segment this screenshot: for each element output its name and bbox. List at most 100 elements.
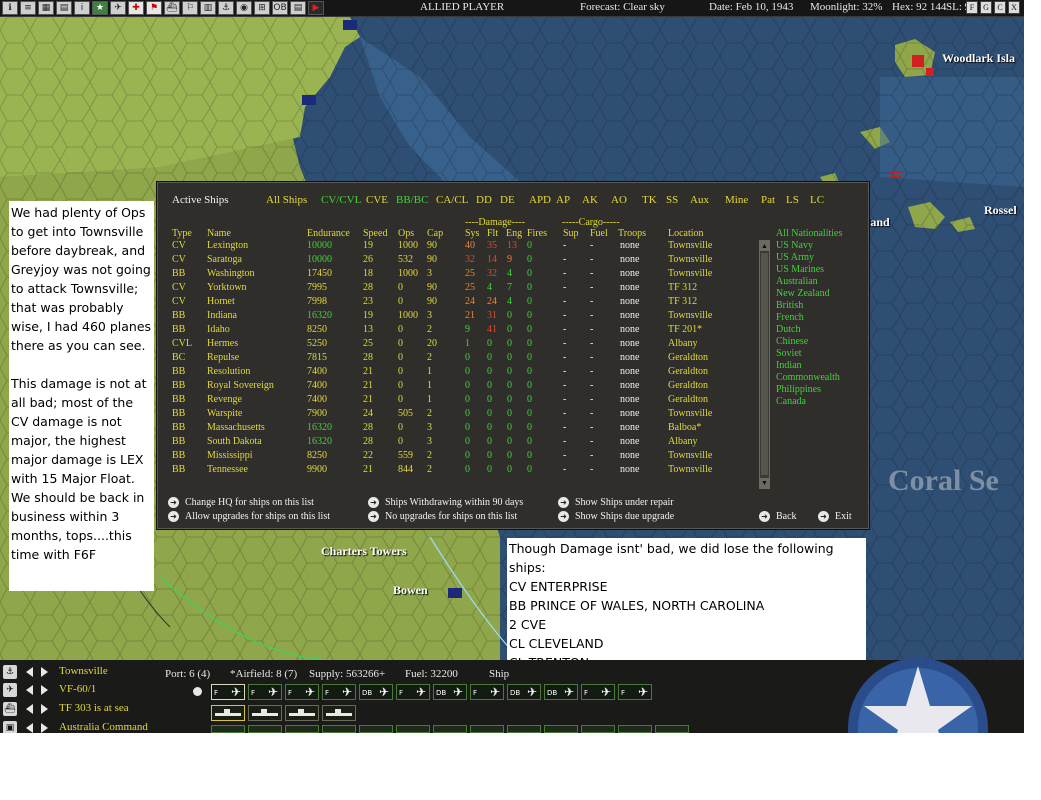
filter-tab[interactable]: LC xyxy=(810,194,824,206)
filter-tab[interactable]: Mine xyxy=(725,194,748,206)
toolbar-button-icon[interactable]: ≡ xyxy=(20,1,36,15)
toolbar-button-icon[interactable]: ℹ xyxy=(2,1,18,15)
nationality-filter[interactable]: Soviet xyxy=(776,348,802,359)
filter-tab[interactable]: Aux xyxy=(690,194,709,206)
base-name[interactable]: Townsville xyxy=(59,665,108,677)
command-slot[interactable] xyxy=(581,725,615,733)
filter-tab[interactable]: LS xyxy=(786,194,799,206)
nationality-filter[interactable]: Canada xyxy=(776,396,806,407)
toolbar-button-icon[interactable]: ✈ xyxy=(110,1,126,15)
nationality-filter[interactable]: Dutch xyxy=(776,324,800,335)
table-row[interactable]: CV Saratoga 10000 26 532 90 32 14 9 0- - none Townsv… xyxy=(158,254,758,268)
window-button[interactable]: X xyxy=(1008,1,1020,14)
table-row[interactable]: CV Yorktown 7995 28 0 90 25 4 7 0 - - none TF 312 xyxy=(158,282,758,296)
scroll-thumb[interactable] xyxy=(761,253,768,475)
change-hq-option[interactable]: ➜ Change HQ for ships on this list xyxy=(168,497,314,508)
toolbar-button-icon[interactable]: ★ xyxy=(92,1,108,15)
nationality-filter[interactable]: Commonwealth xyxy=(776,372,840,383)
table-row[interactable]: BB Revenge 7400 21 0 1 0 0 0 0 - - none Geraldton xyxy=(158,394,758,408)
air-group-slot[interactable]: DB ✈ xyxy=(507,684,541,700)
table-row[interactable]: CV Hornet 7998 23 0 90 24 24 4 0 - - none TF 312 xyxy=(158,296,758,310)
air-group-slot[interactable]: F ✈ xyxy=(581,684,615,700)
tf-ship-slot[interactable] xyxy=(322,705,356,721)
filter-tab[interactable]: AO xyxy=(611,194,627,206)
filter-tab[interactable]: AP xyxy=(556,194,570,206)
nationality-filter[interactable]: Australian xyxy=(776,276,818,287)
nationality-filter[interactable]: US Army xyxy=(776,252,814,263)
air-group-slot[interactable]: F ✈ xyxy=(322,684,356,700)
air-group-slot[interactable]: DB ✈ xyxy=(544,684,578,700)
nationality-filter[interactable]: Indian xyxy=(776,360,802,371)
table-row[interactable]: BB Massachusetts 16320 28 0 3 0 0 0 0 - - none Balboa… xyxy=(158,422,758,436)
exit-button[interactable]: ➜ Exit xyxy=(818,511,852,522)
command-slot[interactable] xyxy=(211,725,245,733)
toolbar-button-icon[interactable]: ◉ xyxy=(236,1,252,15)
next-arrow-icon[interactable] xyxy=(41,667,48,677)
filter-tab[interactable]: CA/CL xyxy=(436,194,468,206)
window-button[interactable]: F xyxy=(966,1,978,14)
next-arrow-icon[interactable] xyxy=(41,704,48,714)
air-group-slot[interactable]: DB ✈ xyxy=(433,684,467,700)
col-endurance[interactable]: Endurance xyxy=(307,228,350,239)
filter-tab[interactable]: TK xyxy=(642,194,657,206)
command-slot[interactable] xyxy=(322,725,356,733)
prev-arrow-icon[interactable] xyxy=(26,723,33,733)
anchor-icon[interactable]: ⚓ xyxy=(3,665,17,679)
under-repair-option[interactable]: ➜ Show Ships under repair xyxy=(558,497,674,508)
air-unit-name[interactable]: VF-60/1 xyxy=(59,683,96,695)
air-group-slot[interactable]: DB ✈ xyxy=(359,684,393,700)
withdrawing-option[interactable]: ➜ Ships Withdrawing within 90 days xyxy=(368,497,523,508)
col-cap[interactable]: Cap xyxy=(427,228,443,239)
toolbar-button-icon[interactable]: OB xyxy=(272,1,288,15)
air-group-slot[interactable]: F ✈ xyxy=(285,684,319,700)
filter-tab[interactable]: Pat xyxy=(761,194,775,206)
col-flt[interactable]: Flt xyxy=(487,228,498,239)
nationality-filter[interactable]: New Zealand xyxy=(776,288,830,299)
toolbar-button-icon[interactable]: ✚ xyxy=(128,1,144,15)
air-group-slot[interactable]: F ✈ xyxy=(396,684,430,700)
command-slot[interactable] xyxy=(359,725,393,733)
toolbar-button-icon[interactable]: ⚐ xyxy=(182,1,198,15)
tf-ship-slot[interactable] xyxy=(248,705,282,721)
col-fuel[interactable]: Fuel xyxy=(590,228,608,239)
col-ops[interactable]: Ops xyxy=(398,228,414,239)
filter-tab[interactable]: CVE xyxy=(366,194,388,206)
scroll-up-icon[interactable]: ▲ xyxy=(760,241,769,251)
table-row[interactable]: BB Warspite 7900 24 505 2 0 0 0 0 - - none Townsville xyxy=(158,408,758,422)
filter-tab[interactable]: APD xyxy=(529,194,551,206)
tf-ship-slot[interactable] xyxy=(211,705,245,721)
nationality-filter[interactable]: Philippines xyxy=(776,384,821,395)
no-upgrades-option[interactable]: ➜ No upgrades for ships on this list xyxy=(368,511,517,522)
table-row[interactable]: BB Tennessee 9900 21 844 2 0 0 0 0 - - none Townsvill… xyxy=(158,464,758,478)
col-fires[interactable]: Fires xyxy=(527,228,547,239)
air-group-slot[interactable]: F ✈ xyxy=(470,684,504,700)
hq-icon[interactable]: ▣ xyxy=(3,721,17,733)
ship-icon[interactable]: ⛴ xyxy=(3,702,17,716)
nationality-filter[interactable]: US Navy xyxy=(776,240,813,251)
nationality-filter[interactable]: French xyxy=(776,312,804,323)
task-force-name[interactable]: TF 303 is at sea xyxy=(59,702,129,714)
scroll-down-icon[interactable]: ▼ xyxy=(760,478,769,488)
prev-arrow-icon[interactable] xyxy=(26,685,33,695)
nationality-filter[interactable]: US Marines xyxy=(776,264,824,275)
col-eng[interactable]: Eng xyxy=(506,228,522,239)
toolbar-button-icon[interactable]: ▥ xyxy=(200,1,216,15)
toolbar-button-icon[interactable]: i xyxy=(74,1,90,15)
table-row[interactable]: BB Idaho 8250 13 0 2 9 41 0 0 - - none TF 201* xyxy=(158,324,758,338)
filter-tab[interactable]: DD xyxy=(476,194,492,206)
nationality-filter[interactable]: British xyxy=(776,300,803,311)
col-sys[interactable]: Sys xyxy=(465,228,479,239)
command-slot[interactable] xyxy=(285,725,319,733)
window-button[interactable]: G xyxy=(980,1,992,14)
back-button[interactable]: ➜ Back xyxy=(759,511,797,522)
window-button[interactable]: C xyxy=(994,1,1006,14)
filter-tab[interactable]: DE xyxy=(500,194,515,206)
command-slot[interactable] xyxy=(470,725,504,733)
table-row[interactable]: BB Indiana 16320 19 1000 3 21 31 0 0 - - none Townsvi… xyxy=(158,310,758,324)
col-troops[interactable]: Troops xyxy=(618,228,646,239)
next-arrow-icon[interactable] xyxy=(41,723,48,733)
allow-upgrades-option[interactable]: ➜ Allow upgrades for ships on this list xyxy=(168,511,330,522)
table-row[interactable]: CV Lexington 10000 19 1000 90 40 35 13 0 - - none Tow… xyxy=(158,240,758,254)
air-group-slot[interactable]: F ✈ xyxy=(248,684,282,700)
air-group-slot[interactable]: F ✈ xyxy=(618,684,652,700)
